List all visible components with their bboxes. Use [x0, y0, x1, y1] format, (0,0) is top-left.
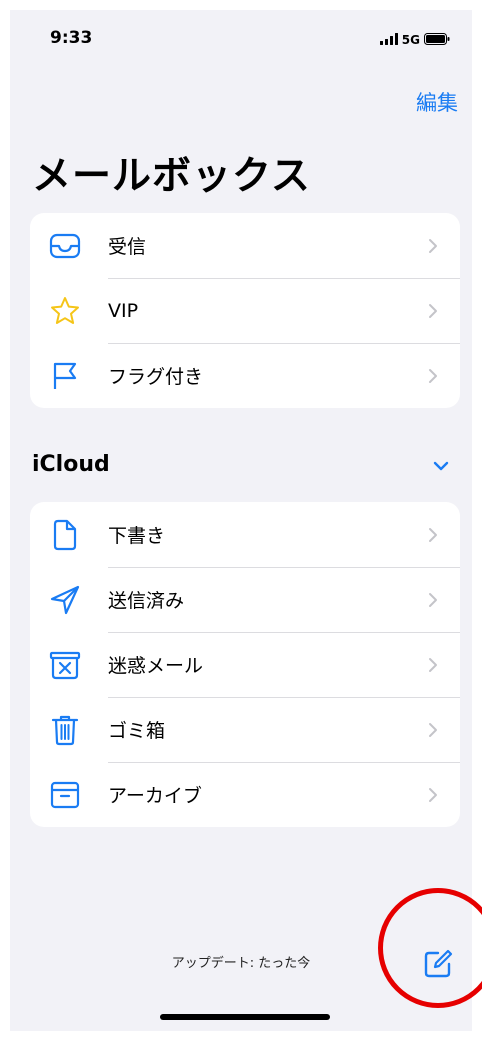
chevron-down-icon[interactable] [432, 460, 450, 472]
document-icon [48, 518, 82, 552]
network-type: 5G [401, 32, 420, 47]
mailbox-row-junk[interactable]: 迷惑メール [30, 632, 460, 697]
junk-tray-icon [48, 648, 82, 682]
mailbox-row-drafts[interactable]: 下書き [30, 502, 460, 567]
mailbox-row-archive[interactable]: アーカイブ [30, 762, 460, 827]
chevron-right-icon [429, 592, 437, 607]
mailbox-row-trash[interactable]: ゴミ箱 [30, 697, 460, 762]
mailbox-row-flagged[interactable]: フラグ付き [30, 343, 460, 408]
chevron-right-icon [429, 303, 437, 318]
mailbox-row-inbox[interactable]: 受信 [30, 213, 460, 278]
status-bar: 9:33 5G [10, 10, 472, 70]
mailbox-label: アーカイブ [108, 785, 202, 807]
star-icon [48, 294, 82, 328]
status-indicators: 5G [379, 30, 450, 49]
chevron-right-icon [429, 368, 437, 383]
chevron-right-icon [429, 657, 437, 672]
phone-screen: 9:33 5G 編集 メールボックス 受信 VIP フラグ付き iCloud 下… [10, 10, 472, 1031]
trash-icon [48, 713, 82, 747]
chevron-right-icon [429, 238, 437, 253]
mailbox-label: 迷惑メール [108, 655, 204, 677]
cellular-signal-icon [379, 30, 398, 49]
mailbox-label: 受信 [108, 236, 147, 258]
page-title: メールボックス [32, 154, 311, 199]
mailbox-label: フラグ付き [108, 366, 204, 388]
battery-icon [424, 30, 450, 49]
flag-icon [48, 359, 82, 393]
mailbox-label: 送信済み [108, 590, 185, 612]
mailbox-row-vip[interactable]: VIP [30, 278, 460, 343]
mailboxes-list: 受信 VIP フラグ付き [30, 213, 460, 408]
mailbox-label: VIP [108, 299, 139, 322]
chevron-right-icon [429, 787, 437, 802]
status-time: 9:33 [50, 28, 93, 48]
mailbox-label: 下書き [108, 525, 166, 547]
mailbox-row-sent[interactable]: 送信済み [30, 567, 460, 632]
archive-box-icon [48, 778, 82, 812]
icloud-mailboxes-list: 下書き 送信済み 迷惑メール ゴミ箱 アーカイブ [30, 502, 460, 827]
section-header-icloud[interactable]: iCloud [32, 452, 110, 477]
inbox-tray-icon [48, 229, 82, 263]
chevron-right-icon [429, 722, 437, 737]
update-status: アップデート: たった今 [171, 956, 311, 971]
home-indicator[interactable] [160, 1014, 330, 1020]
chevron-right-icon [429, 527, 437, 542]
mailbox-label: ゴミ箱 [108, 720, 166, 742]
edit-button[interactable]: 編集 [416, 87, 458, 117]
compose-icon[interactable] [422, 948, 454, 980]
paper-plane-icon [48, 583, 82, 617]
